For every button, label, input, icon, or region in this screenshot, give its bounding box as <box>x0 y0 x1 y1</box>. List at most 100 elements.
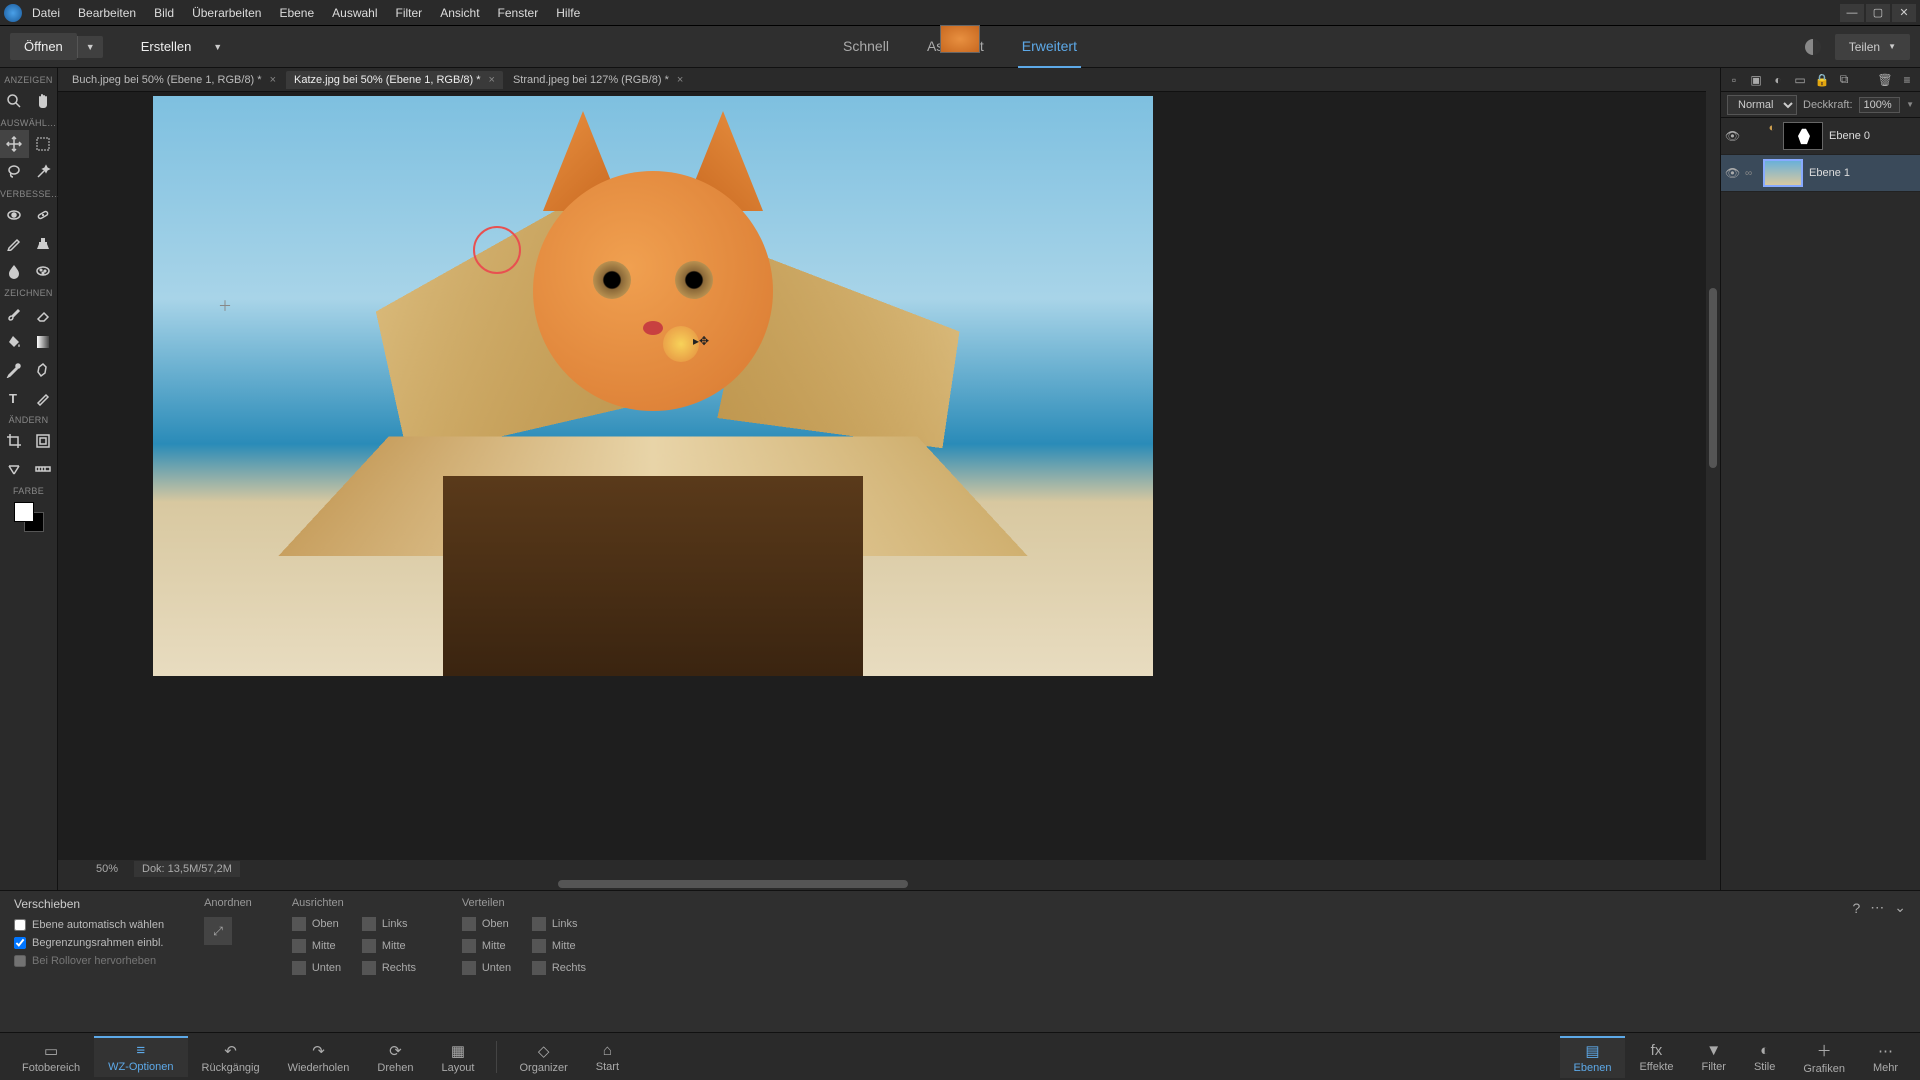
layer-thumbnail[interactable] <box>940 25 980 53</box>
layer-row-1[interactable]: 👁 ∞ Ebene 1 <box>1721 155 1920 192</box>
menu-ebene[interactable]: Ebene <box>279 6 314 20</box>
document-size[interactable]: Dok: 13,5M/57,2M <box>134 861 240 877</box>
straighten-tool[interactable] <box>29 455 58 483</box>
trash-icon[interactable]: 🗑 <box>1878 73 1892 87</box>
bb-wz-optionen[interactable]: ≡WZ-Optionen <box>94 1036 187 1077</box>
menu-auswahl[interactable]: Auswahl <box>332 6 377 20</box>
dist-right[interactable]: Rechts <box>532 961 592 975</box>
dist-left[interactable]: Links <box>532 917 592 931</box>
bb-undo[interactable]: ↶Rückgängig <box>188 1036 274 1078</box>
bb-mehr[interactable]: ⋯Mehr <box>1859 1036 1912 1078</box>
brush-tool[interactable] <box>0 300 29 328</box>
bb-rotate[interactable]: ⟳Drehen <box>363 1036 427 1078</box>
doc-tab-1[interactable]: Katze.jpg bei 50% (Ebene 1, RGB/8) *× <box>286 71 503 89</box>
bb-redo[interactable]: ↷Wiederholen <box>274 1036 364 1078</box>
menu-hilfe[interactable]: Hilfe <box>556 6 580 20</box>
lock-icon[interactable]: 🔒 <box>1815 73 1829 87</box>
bb-start[interactable]: ⌂Start <box>582 1036 633 1077</box>
marquee-tool[interactable] <box>29 130 58 158</box>
menu-bearbeiten[interactable]: Bearbeiten <box>78 6 136 20</box>
canvas[interactable]: ＋ ▸✥ <box>153 96 1153 676</box>
bb-ebenen[interactable]: ▤Ebenen <box>1560 1036 1626 1078</box>
link-icon[interactable]: ⧉ <box>1837 73 1851 87</box>
blend-mode-select[interactable]: Normal <box>1727 95 1797 115</box>
doc-tab-2[interactable]: Strand.jpeg bei 127% (RGB/8) *× <box>505 71 691 89</box>
gradient-tool[interactable] <box>29 328 58 356</box>
hand-tool[interactable] <box>29 87 58 115</box>
layer-thumbnail[interactable] <box>1763 159 1803 187</box>
more-icon[interactable]: ⋯ <box>1870 899 1884 916</box>
share-button[interactable]: Teilen ▼ <box>1835 34 1910 60</box>
menu-filter[interactable]: Filter <box>396 6 423 20</box>
dist-top[interactable]: Oben <box>462 917 522 931</box>
bb-grafiken[interactable]: ＋Grafiken <box>1789 1034 1859 1079</box>
text-tool[interactable]: T <box>0 384 29 412</box>
mode-tab-schnell[interactable]: Schnell <box>839 26 893 68</box>
layer-row-0[interactable]: 👁 ◐ Ebene 0 <box>1721 118 1920 155</box>
bb-filter[interactable]: ▼Filter <box>1688 1036 1740 1077</box>
auto-select-checkbox[interactable]: Ebene automatisch wählen <box>14 919 164 931</box>
create-dropdown[interactable]: ▼ <box>205 36 230 58</box>
new-group-icon[interactable]: ▣ <box>1749 73 1763 87</box>
chevron-down-icon[interactable]: ▼ <box>1906 100 1914 109</box>
zoom-tool[interactable] <box>0 87 29 115</box>
foreground-color-swatch[interactable] <box>14 502 34 522</box>
lasso-tool[interactable] <box>0 158 29 186</box>
open-dropdown[interactable]: ▼ <box>77 36 103 58</box>
close-icon[interactable]: × <box>677 74 683 86</box>
minimize-button[interactable]: — <box>1840 4 1864 22</box>
red-eye-tool[interactable] <box>0 201 29 229</box>
dist-bottom[interactable]: Unten <box>462 961 522 975</box>
bbox-checkbox[interactable]: Begrenzungsrahmen einbl. <box>14 937 164 949</box>
sponge-tool[interactable] <box>29 257 58 285</box>
open-button[interactable]: Öffnen <box>10 33 77 60</box>
bb-fotobereich[interactable]: ▭Fotobereich <box>8 1036 94 1078</box>
panel-menu-icon[interactable]: ≡ <box>1900 73 1914 87</box>
doc-tab-0[interactable]: Buch.jpeg bei 50% (Ebene 1, RGB/8) *× <box>64 71 284 89</box>
collapse-icon[interactable]: ⌄ <box>1894 899 1906 916</box>
close-icon[interactable]: × <box>270 74 276 86</box>
spot-heal-tool[interactable] <box>29 201 58 229</box>
menu-fenster[interactable]: Fenster <box>498 6 539 20</box>
help-icon[interactable]: ? <box>1852 900 1860 916</box>
magic-wand-tool[interactable] <box>29 158 58 186</box>
adjustment-layer-icon[interactable]: ◐ <box>1771 73 1785 87</box>
paint-bucket-tool[interactable] <box>0 328 29 356</box>
close-icon[interactable]: × <box>489 74 495 86</box>
layer-mask-thumbnail[interactable] <box>1783 122 1823 150</box>
bb-effekte[interactable]: fxEffekte <box>1625 1036 1687 1077</box>
arrange-icon[interactable]: ⤢ <box>204 917 232 945</box>
zoom-level[interactable]: 50% <box>68 863 118 875</box>
mask-icon[interactable]: ▭ <box>1793 73 1807 87</box>
blur-tool[interactable] <box>0 257 29 285</box>
layer-name[interactable]: Ebene 1 <box>1809 167 1850 179</box>
shape-tool[interactable] <box>29 356 58 384</box>
mode-tab-erweitert[interactable]: Erweitert <box>1018 26 1081 68</box>
opacity-value[interactable]: 100% <box>1859 97 1901 113</box>
recompose-tool[interactable] <box>29 427 58 455</box>
smart-brush-tool[interactable] <box>0 229 29 257</box>
align-hmiddle[interactable]: Mitte <box>362 939 422 953</box>
content-aware-move-tool[interactable] <box>0 455 29 483</box>
visibility-icon[interactable]: 👁 <box>1725 129 1739 143</box>
align-left[interactable]: Links <box>362 917 422 931</box>
horizontal-scrollbar[interactable] <box>58 878 1706 890</box>
clone-stamp-tool[interactable] <box>29 229 58 257</box>
align-top[interactable]: Oben <box>292 917 352 931</box>
menu-ansicht[interactable]: Ansicht <box>440 6 479 20</box>
crop-tool[interactable] <box>0 427 29 455</box>
align-vmiddle[interactable]: Mitte <box>292 939 352 953</box>
move-tool[interactable] <box>0 130 29 158</box>
bb-layout[interactable]: ▦Layout <box>427 1036 488 1078</box>
eyedropper-tool[interactable] <box>0 356 29 384</box>
vertical-scrollbar[interactable] <box>1706 68 1720 890</box>
bb-organizer[interactable]: ◇Organizer <box>505 1036 581 1078</box>
color-swatch[interactable] <box>14 502 44 532</box>
menu-datei[interactable]: Datei <box>32 6 60 20</box>
menu-ueberarbeiten[interactable]: Überarbeiten <box>192 6 261 20</box>
layer-name[interactable]: Ebene 0 <box>1829 130 1870 142</box>
visibility-icon[interactable]: 👁 <box>1725 166 1739 180</box>
bb-stile[interactable]: ◐Stile <box>1740 1036 1789 1077</box>
create-button[interactable]: Erstellen <box>127 33 206 60</box>
menu-bild[interactable]: Bild <box>154 6 174 20</box>
